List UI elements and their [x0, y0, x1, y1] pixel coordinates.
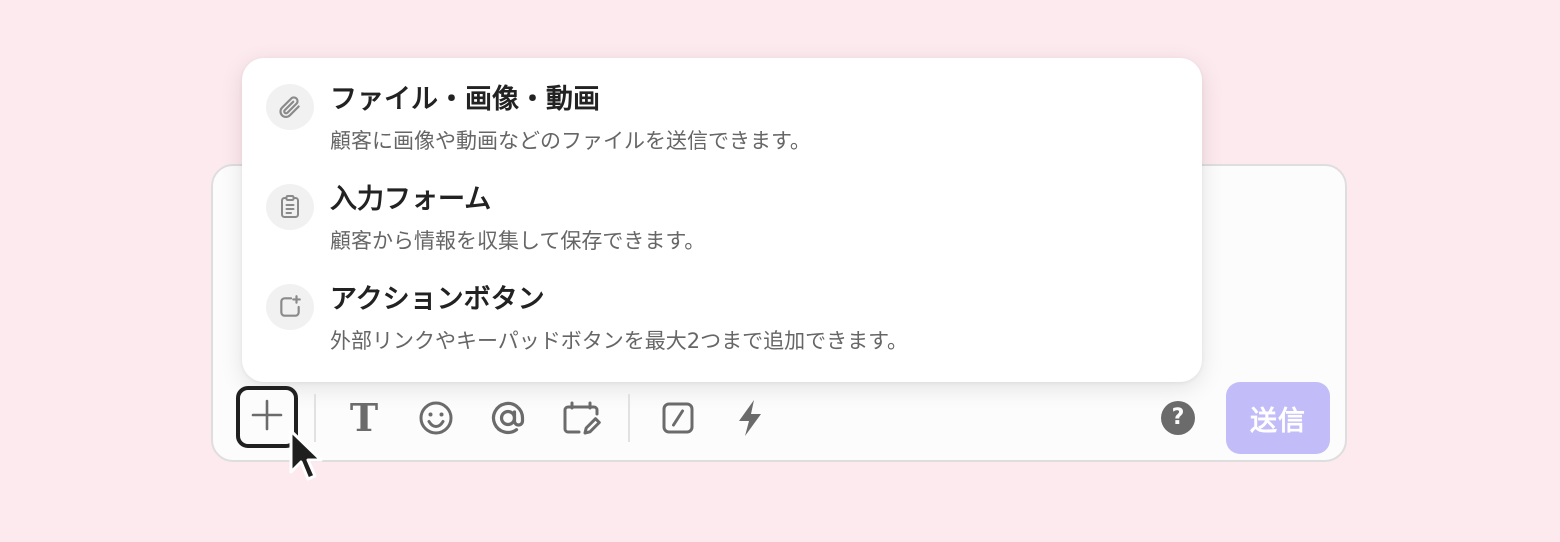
- menu-item-description: 外部リンクやキーパッドボタンを最大2つまで追加できます。: [330, 329, 909, 353]
- paperclip-icon: [266, 84, 314, 130]
- help-glyph: ?: [1171, 405, 1185, 430]
- menu-item-input-form[interactable]: 入力フォーム 顧客から情報を収集して保存できます。: [242, 158, 1202, 254]
- template-button[interactable]: [560, 398, 602, 438]
- mouse-cursor-icon: [288, 428, 324, 490]
- mention-button[interactable]: [488, 398, 528, 438]
- clipboard-icon: [266, 184, 314, 230]
- menu-item-file[interactable]: ファイル・画像・動画 顧客に画像や動画などのファイルを送信できます。: [242, 58, 1202, 154]
- attachment-menu: ファイル・画像・動画 顧客に画像や動画などのファイルを送信できます。 入力フォー…: [242, 58, 1202, 382]
- automation-button[interactable]: [730, 396, 770, 440]
- template-edit-icon: [561, 399, 601, 437]
- menu-item-description: 顧客から情報を収集して保存できます。: [330, 229, 706, 253]
- menu-item-title: ファイル・画像・動画: [330, 84, 600, 115]
- menu-item-action-button[interactable]: アクションボタン 外部リンクやキーパッドボタンを最大2つまで追加できます。: [242, 258, 1202, 354]
- slash-square-icon: [661, 401, 695, 435]
- plus-icon: [250, 398, 284, 436]
- toolbar-divider: [628, 394, 630, 442]
- help-button[interactable]: ?: [1160, 400, 1196, 436]
- text-format-button[interactable]: T: [344, 396, 384, 440]
- menu-item-title: 入力フォーム: [330, 184, 492, 215]
- slash-command-button[interactable]: [658, 398, 698, 438]
- send-button[interactable]: 送信: [1226, 382, 1330, 454]
- at-sign-icon: [489, 399, 527, 437]
- text-format-icon: T: [349, 395, 379, 440]
- menu-item-description: 顧客に画像や動画などのファイルを送信できます。: [330, 129, 811, 153]
- lightning-icon: [735, 399, 765, 437]
- menu-item-title: アクションボタン: [330, 284, 545, 315]
- emoji-button[interactable]: [416, 398, 456, 438]
- square-plus-icon: [266, 284, 314, 330]
- smiley-icon: [418, 400, 454, 436]
- help-icon: ?: [1161, 401, 1195, 435]
